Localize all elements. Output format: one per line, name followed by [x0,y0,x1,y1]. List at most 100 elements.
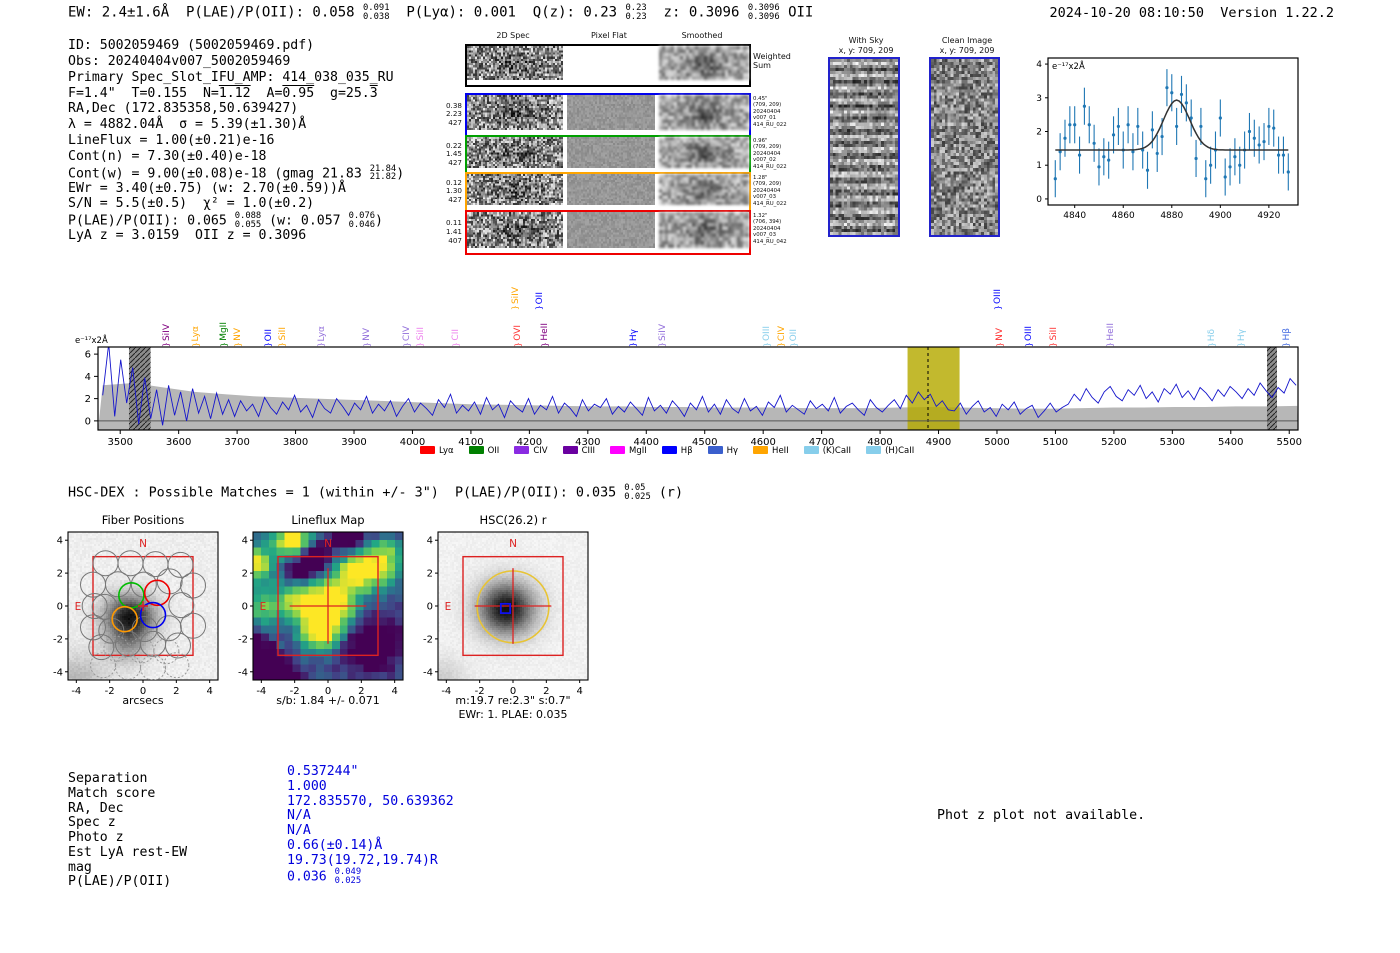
row-fiber-info: 1.32" (706, 394) 20240404 v007_03 414_RU_042 [753,213,787,245]
row-fiber-info: Weighted Sum [753,52,791,70]
clean-image-coords: x, y: 709, 209 [939,45,995,55]
table-value: 0.537244" [287,764,359,779]
table-label: Est LyA rest-EW [68,844,188,860]
table-value: 0.036 0.049 0.025 [287,867,362,886]
pixel-flat-image [567,174,655,205]
cutout-row: 0.12 1.30 427 1.28" (709, 209) 20240404 v007_0… [446,172,787,212]
row-fiber-info: 0.96" (709, 209) 20240404 v007_02 414_RU_022 [753,138,787,170]
detection-info-block: ID: 5002059469 (5002059469.pdf) Obs: 2024… [68,38,404,244]
main-xtick: 3700 [224,437,249,448]
fiber-circle-dashed [90,652,116,679]
legend-label: Hβ [680,446,693,456]
panel-ytick: -2 [53,634,63,645]
row-fiber-info: 0.45" (709, 209) 20240404 v007_01 414_RU_022 [753,96,787,128]
main-xtick: 5000 [984,437,1009,448]
info-line: EWr = 3.40(±0.75) (w: 2.70(±0.59))Å [68,180,346,196]
fiber-circles [80,550,206,680]
row-scale-labels: 0.22 1.45 427 [445,140,462,168]
legend-label: Hγ [726,446,739,456]
hatch-band [1267,347,1277,430]
col-header-2d-spec: 2D Spec [496,31,530,40]
main-ylabel: e⁻¹⁷x2Å [75,334,108,346]
legend-swatch [420,446,435,454]
panel-ytick: 2 [57,569,63,580]
emission-line-label: OII{ [533,292,547,311]
inset-xtick: 4920 [1257,211,1280,221]
row-scale-labels: 0.38 2.23 427 [445,100,462,128]
overline-value: 3 [369,85,378,101]
compass-east-label: E [75,601,82,613]
full-spectrum-chart: 02463500 3600 3700 3800 3900 4000 4100 4200 4300… [75,334,1302,448]
main-ytick: 6 [85,350,91,361]
fiber-circle-dashed [115,653,141,680]
hsc-measure-label: m:19.7 re:2.3" s:0.7" [455,694,571,707]
with-sky-coords: x, y: 709, 209 [838,45,894,55]
row-scale-labels: 0.12 1.30 427 [445,177,462,205]
legend-label: (K)CaII [822,446,852,456]
main-xtick: 3800 [283,437,308,448]
line-bracket-icon: { [511,304,521,311]
info-line: Cont(n) = 7.30(±0.40)e-18 [68,148,267,164]
photz-note: Phot z plot not available. [937,808,1146,823]
legend-label: CIV [533,446,548,456]
table-value: 19.73(19.72,19.74)R [287,852,438,868]
info-line: Primary Spec_Slot_IFU_AMP: 414_038_035_R… [68,69,394,85]
lineflux-sb-label: s/b: 1.84 +/- 0.071 [276,694,380,707]
inset-axes [1047,57,1299,206]
line-bracket-icon: { [535,304,545,311]
spec-2d-image [467,46,563,80]
plusminus-stack: 0.088 0.055 [234,211,262,230]
info-line: F=1.4" T=0.155 N=1.12 A=0.95 g=25.3 [68,85,378,101]
spec-2d-image [467,137,563,168]
pixel-flat-image [567,137,655,168]
table-value: N/A [287,823,311,838]
legend-swatch [514,446,530,454]
smoothed-image [659,174,749,205]
fiber-circle-dashed [140,654,166,680]
inset-ylabel: e⁻¹⁷x2Å [1052,60,1085,72]
inset-ytick: 0 [1036,195,1042,205]
row-fiber-info: 1.28" (709, 209) 20240404 v007_03 414_RU_022 [753,175,787,207]
info-line: RA,Dec (172.835358,50.639427) [68,101,299,117]
smoothed-image [659,137,749,168]
legend-item: Lyα [420,446,454,456]
main-xtick: 5200 [1101,437,1126,448]
table-label: Photo z [68,830,124,845]
legend-swatch [866,446,882,454]
table-label: RA, Dec [68,800,124,816]
legend-item: CIV [514,446,548,456]
inset-xtick: 4840 [1063,211,1086,221]
table-label: mag [68,859,92,875]
table-value: 172.835570, 50.639362 [287,793,454,809]
legend-swatch [661,446,677,454]
legend-label: OII [487,446,500,456]
pixel-flat-image [567,212,655,248]
info-line: P(LAE)/P(OII): 0.065 0.088 0.055 (w: 0.05… [68,211,383,230]
panel-ytick: 0 [57,602,63,613]
legend-label: Lyα [439,446,454,456]
emission-line-name: OII [534,291,545,304]
panel-ytick: -4 [53,667,63,678]
legend-item: Hβ [661,446,693,456]
legend-swatch [707,446,723,454]
main-xtick: 5300 [1160,437,1185,448]
panel-ytick: 0 [242,602,248,613]
panel-ytick: 2 [242,569,248,580]
table-value: 0.66(±0.14)Å [287,837,383,853]
inset-ytick: 3 [1036,94,1042,104]
cutout-row: 0.11 1.41 407 1.32" (706, 394) 20240404 v007_0… [446,210,787,255]
legend-label: HeII [772,446,789,456]
line-fit-chart: 0 1 2 3 4 4840 4860 4880 4900 4920 e⁻¹⁷x2Å [1036,57,1299,221]
compass-north-label: N [324,538,332,550]
spec-2d-image [467,95,563,130]
legend-swatch [803,446,819,454]
panel-ytick: 0 [427,602,433,613]
fiber-circle [131,616,158,643]
clean-image-title: Clean Image [941,36,993,45]
overline-value: 1.12 [218,85,251,101]
panel-ytick: -2 [423,634,433,645]
emission-line-label: SiIV{ [509,287,523,311]
fiber-positions-plot: -4-2024-4 -2 0 2 4NE [53,531,219,697]
panel-ytick: -2 [238,634,248,645]
panel-ytick: 4 [242,536,248,547]
